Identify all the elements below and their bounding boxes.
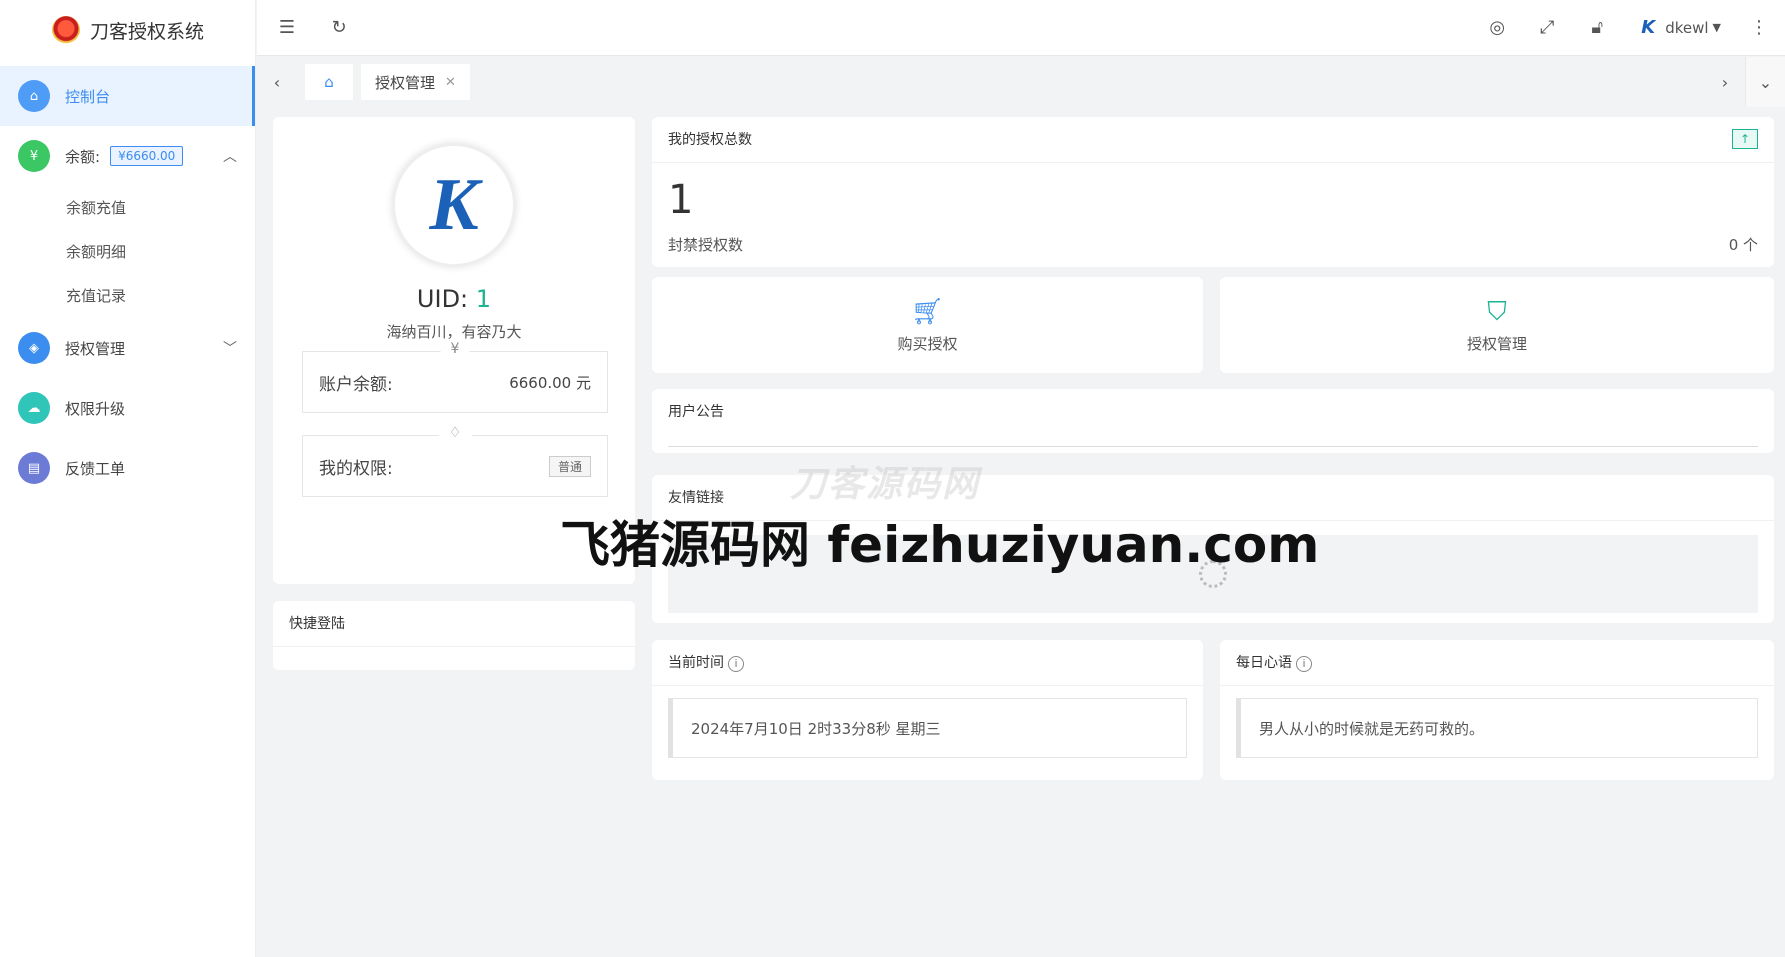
tabs-prev-icon[interactable]: ‹ — [257, 57, 297, 107]
friend-links-card: 友情链接 — [652, 475, 1774, 623]
daily-quote-title-text: 每日心语 — [1236, 655, 1292, 671]
home-icon: ⌂ — [324, 73, 334, 91]
banned-label: 封禁授权数 — [668, 236, 744, 254]
balance-box: ¥ 账户余额: 6660.00 元 — [302, 341, 608, 413]
sidebar-item-upgrade[interactable]: ☁ 权限升级 — [0, 378, 255, 438]
uid-line: UID: 1 — [273, 285, 635, 313]
profile-motto: 海纳百川，有容乃大 — [386, 323, 522, 341]
yen-circle-icon: ¥ — [440, 341, 470, 357]
sidebar-item-label: 授权管理 — [65, 339, 126, 358]
tab-label: 授权管理 — [375, 73, 436, 92]
home-icon: ⌂ — [18, 80, 50, 112]
chevron-down-icon: ﹀ — [223, 341, 237, 357]
document-icon: ▤ — [18, 452, 50, 484]
notice-divider — [668, 446, 1758, 447]
menu-fold-icon[interactable]: ☰ — [275, 16, 299, 40]
manage-auth-label: 授权管理 — [1466, 334, 1527, 353]
daily-quote-value: 男人从小的时候就是无药可救的。 — [1236, 698, 1758, 758]
lock-icon[interactable]: 🔓︎ — [1585, 16, 1609, 40]
uid-label: UID: — [416, 285, 469, 313]
sidebar: 刀客授权系统 ⌂ 控制台 ¥ 余额: ¥6660.00 ︿ 余额充值 余额明细 … — [0, 0, 256, 957]
current-time-title: 当前时间 i — [652, 640, 1203, 686]
app-logo — [52, 16, 80, 44]
sidebar-item-label: 控制台 — [65, 87, 111, 106]
buy-auth-button[interactable]: 🛒︎ 购买授权 — [652, 277, 1203, 373]
tabs-menu-icon[interactable]: ⌄ — [1745, 57, 1785, 107]
daily-quote-title: 每日心语 i — [1220, 640, 1774, 686]
submenu-item-recharge[interactable]: 余额充值 — [0, 186, 255, 230]
yen-icon: ¥ — [18, 140, 50, 172]
notice-title: 用户公告 — [668, 404, 724, 420]
more-icon[interactable]: ⋮ — [1747, 16, 1771, 40]
sidebar-item-auth-manage[interactable]: ◈ 授权管理 ﹀ — [0, 318, 255, 378]
friend-links-body — [668, 535, 1758, 613]
balance-value: 6660.00 元 — [509, 373, 591, 392]
quick-login-title: 快捷登陆 — [273, 601, 635, 647]
user-avatar: K — [1635, 14, 1662, 41]
banned-value: 0 个 — [1728, 236, 1758, 254]
buy-auth-label: 购买授权 — [897, 334, 958, 353]
current-time-card: 当前时间 i 2024年7月10日 2时33分8秒 星期三 — [652, 640, 1203, 780]
shield-check-icon: ⛉ — [1487, 296, 1507, 327]
globe-icon[interactable]: ◎ — [1485, 16, 1509, 40]
balance-submenu: 余额充值 余额明细 充值记录 — [0, 186, 255, 318]
submenu-item-recharge-records[interactable]: 充值记录 — [0, 274, 255, 318]
tab-home[interactable]: ⌂ — [305, 64, 353, 100]
permission-badge: 普通 — [548, 455, 591, 477]
brand: 刀客授权系统 — [0, 0, 255, 60]
balance-label: 账户余额: — [319, 374, 393, 395]
user-menu[interactable]: K dkewl ▼ — [1635, 14, 1721, 41]
topbar: ☰ ↻ ◎ ⤢ 🔓︎ K dkewl ▼ ⋮ — [257, 0, 1785, 56]
balance-badge: ¥6660.00 — [110, 146, 184, 166]
close-icon[interactable]: ✕ — [445, 75, 456, 90]
manage-auth-button[interactable]: ⛉ 授权管理 — [1220, 277, 1774, 373]
diamond-icon: ♢ — [438, 425, 472, 441]
arrow-up-icon: ↑ — [1732, 129, 1758, 149]
daily-quote-card: 每日心语 i 男人从小的时候就是无药可救的。 — [1220, 640, 1774, 780]
auth-total-card: 我的授权总数 ↑ 1 封禁授权数 0 个 — [652, 117, 1774, 267]
info-icon[interactable]: i — [728, 656, 744, 672]
refresh-icon[interactable]: ↻ — [327, 16, 351, 40]
permission-box: ♢ 我的权限: 普通 — [302, 425, 608, 497]
current-time-value: 2024年7月10日 2时33分8秒 星期三 — [668, 698, 1187, 758]
submenu-item-balance-detail[interactable]: 余额明细 — [0, 230, 255, 274]
friend-links-title: 友情链接 — [652, 475, 1774, 521]
quick-login-card: 快捷登陆 — [273, 601, 635, 670]
sidebar-item-label: 权限升级 — [65, 399, 126, 418]
cart-icon: 🛒︎ — [910, 296, 944, 327]
sidebar-item-label: 余额: — [65, 147, 101, 166]
info-icon[interactable]: i — [1296, 656, 1312, 672]
sidebar-item-label: 反馈工单 — [65, 459, 126, 478]
sidebar-item-balance[interactable]: ¥ 余额: ¥6660.00 ︿ — [0, 126, 255, 186]
username: dkewl — [1665, 18, 1709, 37]
profile-card: K UID: 1 海纳百川，有容乃大 ¥ 账户余额: 6660.00 元 ♢ 我… — [273, 117, 635, 584]
current-time-title-text: 当前时间 — [668, 655, 724, 671]
cloud-upload-icon: ☁ — [18, 392, 50, 424]
shield-icon: ◈ — [18, 332, 50, 364]
auth-total-title: 我的授权总数 ↑ — [652, 117, 1774, 163]
profile-avatar: K — [392, 143, 516, 267]
chevron-up-icon: ︿ — [223, 149, 237, 165]
app-title: 刀客授权系统 — [90, 20, 205, 43]
sidebar-menu: ⌂ 控制台 ¥ 余额: ¥6660.00 ︿ 余额充值 余额明细 充值记录 ◈ … — [0, 66, 255, 498]
tabs-bar: ‹ ⌂ 授权管理 ✕ › ⌄ — [257, 57, 1785, 107]
fullscreen-icon[interactable]: ⤢ — [1535, 16, 1559, 40]
notice-card: 用户公告 — [652, 389, 1774, 453]
caret-down-icon: ▼ — [1712, 21, 1721, 34]
loading-spinner-icon — [1199, 560, 1227, 588]
uid-value: 1 — [475, 285, 492, 313]
tab-auth-manage[interactable]: 授权管理 ✕ — [361, 64, 470, 100]
permission-label: 我的权限: — [319, 458, 393, 479]
tabs-next-icon[interactable]: › — [1705, 57, 1745, 107]
auth-total-title-text: 我的授权总数 — [668, 132, 752, 148]
sidebar-item-dashboard[interactable]: ⌂ 控制台 — [0, 66, 255, 126]
sidebar-item-feedback[interactable]: ▤ 反馈工单 — [0, 438, 255, 498]
auth-total-value: 1 — [668, 177, 694, 223]
